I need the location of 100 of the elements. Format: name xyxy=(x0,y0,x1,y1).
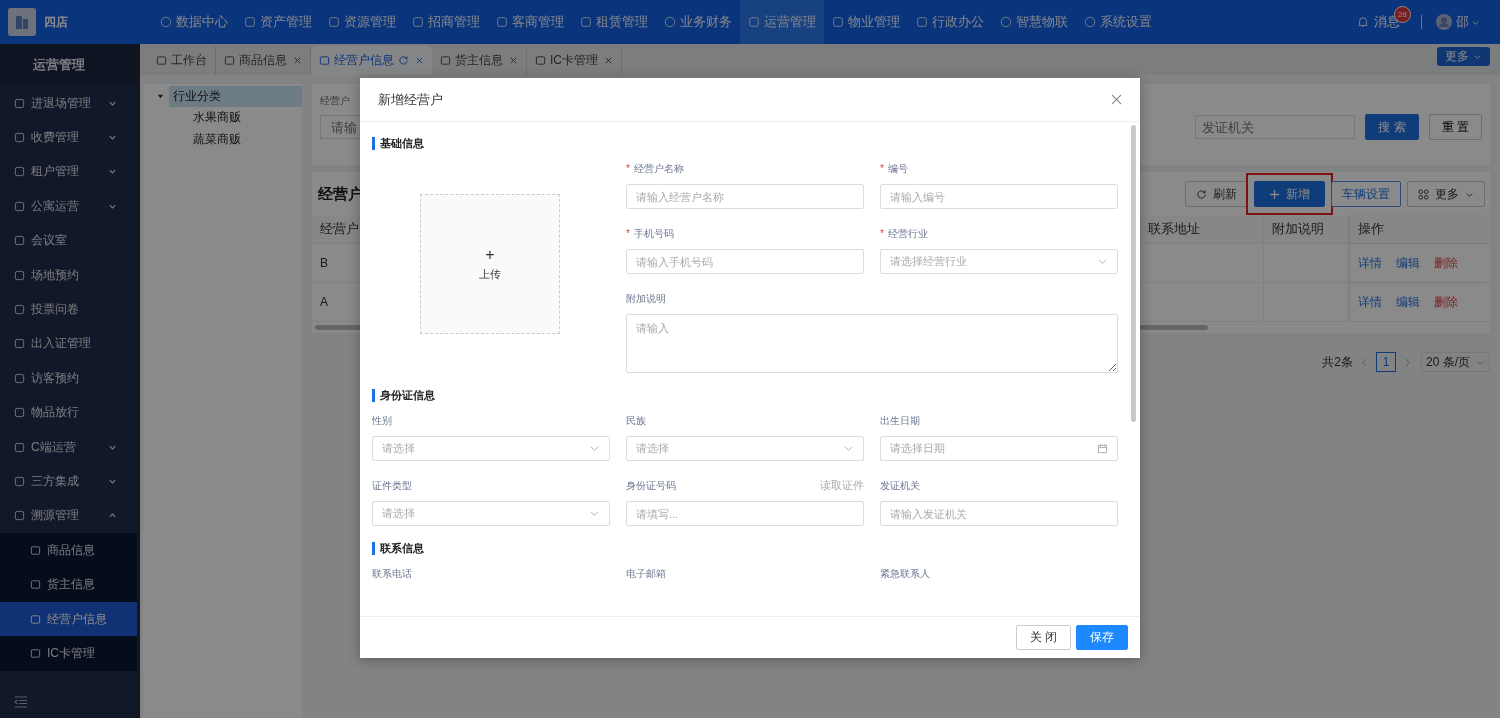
square-icon xyxy=(832,16,844,28)
add-button[interactable]: 新增 xyxy=(1254,181,1325,207)
chevron-down-icon xyxy=(108,167,117,177)
sidebar-subitem[interactable]: IC卡管理 xyxy=(0,636,137,671)
sidebar-item[interactable]: 三方集成 xyxy=(0,464,137,499)
square-icon xyxy=(30,579,41,591)
field-label: 证件类型 xyxy=(372,479,412,493)
input-field[interactable]: 请填写... xyxy=(626,501,864,526)
top-nav-item[interactable]: 智慧物联 xyxy=(992,0,1076,44)
page-tab[interactable]: IC卡管理 xyxy=(527,46,622,75)
select-field[interactable]: 请选择经营行业 xyxy=(880,249,1118,274)
close-icon[interactable] xyxy=(415,56,424,65)
sidebar-item[interactable]: 出入证管理 xyxy=(0,326,137,362)
input-field[interactable]: 请输入经营户名称 xyxy=(626,184,864,209)
sidebar-subitem[interactable]: 商品信息 xyxy=(0,533,137,568)
select-field[interactable]: 请选择 xyxy=(626,436,864,461)
sidebar-subitem[interactable]: 经营户信息 xyxy=(0,601,137,637)
square-icon xyxy=(14,97,25,109)
upload-box[interactable]: + 上传 xyxy=(420,194,560,334)
textarea-field[interactable]: 请输入 xyxy=(626,314,1118,373)
sidebar-item[interactable]: 公寓运营 xyxy=(0,189,137,224)
select-field[interactable]: 请选择 xyxy=(372,436,610,461)
delete-link[interactable]: 删除 xyxy=(1434,254,1458,272)
sidebar-item[interactable]: 场地预约 xyxy=(0,257,137,293)
read-id-link[interactable]: 读取证件 xyxy=(820,479,864,493)
circle-icon xyxy=(160,16,172,28)
sidebar-item[interactable]: 溯源管理 xyxy=(0,498,137,534)
section-title: 联系信息 xyxy=(372,542,1117,555)
grid-icon xyxy=(1418,188,1429,200)
top-nav-item[interactable]: 资产管理 xyxy=(236,0,320,44)
top-nav-item[interactable]: 物业管理 xyxy=(824,0,908,44)
reset-button[interactable]: 重 置 xyxy=(1428,114,1482,140)
sidebar-item[interactable]: 进退场管理 xyxy=(0,86,137,121)
top-nav-item[interactable]: 系统设置 xyxy=(1076,0,1160,44)
action-link[interactable]: 详情 xyxy=(1358,293,1382,311)
close-icon[interactable] xyxy=(509,56,518,65)
sidebar-item[interactable]: 物品放行 xyxy=(0,395,137,430)
top-nav-item[interactable]: 运营管理 xyxy=(740,0,824,44)
refresh-icon[interactable] xyxy=(398,55,409,66)
square-icon xyxy=(580,16,592,28)
input-field[interactable]: 请输入编号 xyxy=(880,184,1118,209)
square-icon xyxy=(496,16,508,28)
bell-icon xyxy=(1357,16,1370,28)
vertical-scrollbar[interactable] xyxy=(1131,125,1136,422)
sidebar-item[interactable]: 收费管理 xyxy=(0,120,137,155)
top-nav-item[interactable]: 资源管理 xyxy=(320,0,404,44)
tree-node[interactable]: 水果商贩 xyxy=(143,106,302,128)
page-number[interactable]: 1 xyxy=(1376,352,1396,372)
refresh-button[interactable]: 刷新 xyxy=(1185,181,1248,207)
top-nav-item[interactable]: 招商管理 xyxy=(404,0,488,44)
tree-node[interactable]: 蔬菜商贩 xyxy=(143,128,302,150)
sidebar-item[interactable]: 投票问卷 xyxy=(0,292,137,327)
sidebar-item[interactable]: C端运营 xyxy=(0,429,137,465)
close-button[interactable]: 关 闭 xyxy=(1015,625,1071,650)
page-tab[interactable]: 经营户信息 xyxy=(311,46,432,75)
input-field[interactable]: 请输入发证机关 xyxy=(880,501,1118,526)
previous-page-icon[interactable] xyxy=(1361,357,1368,367)
vehicle-settings-button[interactable]: 车辆设置 xyxy=(1331,181,1401,207)
top-nav-item[interactable]: 业务财务 xyxy=(656,0,740,44)
field-label: 电子邮箱 xyxy=(626,567,666,581)
app-name: 四店 xyxy=(44,13,68,31)
more-tabs-button[interactable]: 更多 xyxy=(1437,47,1490,66)
search-button[interactable]: 搜 索 xyxy=(1365,114,1419,140)
top-nav-item[interactable]: 行政办公 xyxy=(908,0,992,44)
more-button[interactable]: 更多 xyxy=(1407,181,1485,207)
square-icon xyxy=(224,55,235,66)
top-nav-item[interactable]: 客商管理 xyxy=(488,0,572,44)
page-tab[interactable]: 货主信息 xyxy=(432,46,527,75)
user-menu[interactable]: 邵 xyxy=(1456,13,1480,31)
top-nav-item[interactable]: 租赁管理 xyxy=(572,0,656,44)
sidebar-item[interactable]: 租户管理 xyxy=(0,154,137,190)
sidebar-subitem[interactable]: 货主信息 xyxy=(0,567,137,602)
sidebar-item[interactable]: 会议室 xyxy=(0,223,137,258)
avatar-icon xyxy=(1436,14,1452,30)
close-icon[interactable] xyxy=(293,56,302,65)
top-nav-item[interactable]: 数据中心 xyxy=(152,0,236,44)
square-icon xyxy=(319,55,330,66)
next-page-icon[interactable] xyxy=(1404,357,1411,367)
square-icon xyxy=(14,510,25,522)
close-icon[interactable] xyxy=(604,56,613,65)
input-field[interactable]: 请输入手机号码 xyxy=(626,249,864,274)
field-label: 联系电话 xyxy=(372,567,412,581)
action-link[interactable]: 编辑 xyxy=(1396,254,1420,272)
action-link[interactable]: 详情 xyxy=(1358,254,1382,272)
page-size-select[interactable]: 20 条/页 xyxy=(1421,352,1490,372)
date-picker[interactable]: 请选择日期 xyxy=(880,436,1118,461)
plus-icon xyxy=(1269,188,1280,200)
page-tab[interactable]: 工作台 xyxy=(148,46,216,75)
field-label: * 编号 xyxy=(880,162,908,176)
chevron-down-icon xyxy=(1097,256,1108,267)
close-icon[interactable] xyxy=(1111,94,1122,105)
action-link[interactable]: 编辑 xyxy=(1396,293,1420,311)
field-label: 附加说明 xyxy=(626,292,666,306)
select-field[interactable]: 请选择 xyxy=(372,501,610,526)
upload-label: 上传 xyxy=(479,266,501,282)
authority-search-field[interactable]: 发证机关 xyxy=(1195,115,1356,139)
delete-link[interactable]: 删除 xyxy=(1434,293,1458,311)
sidebar-item[interactable]: 访客预约 xyxy=(0,361,137,396)
collapse-menu-icon[interactable] xyxy=(14,696,28,708)
save-button[interactable]: 保存 xyxy=(1076,625,1128,650)
